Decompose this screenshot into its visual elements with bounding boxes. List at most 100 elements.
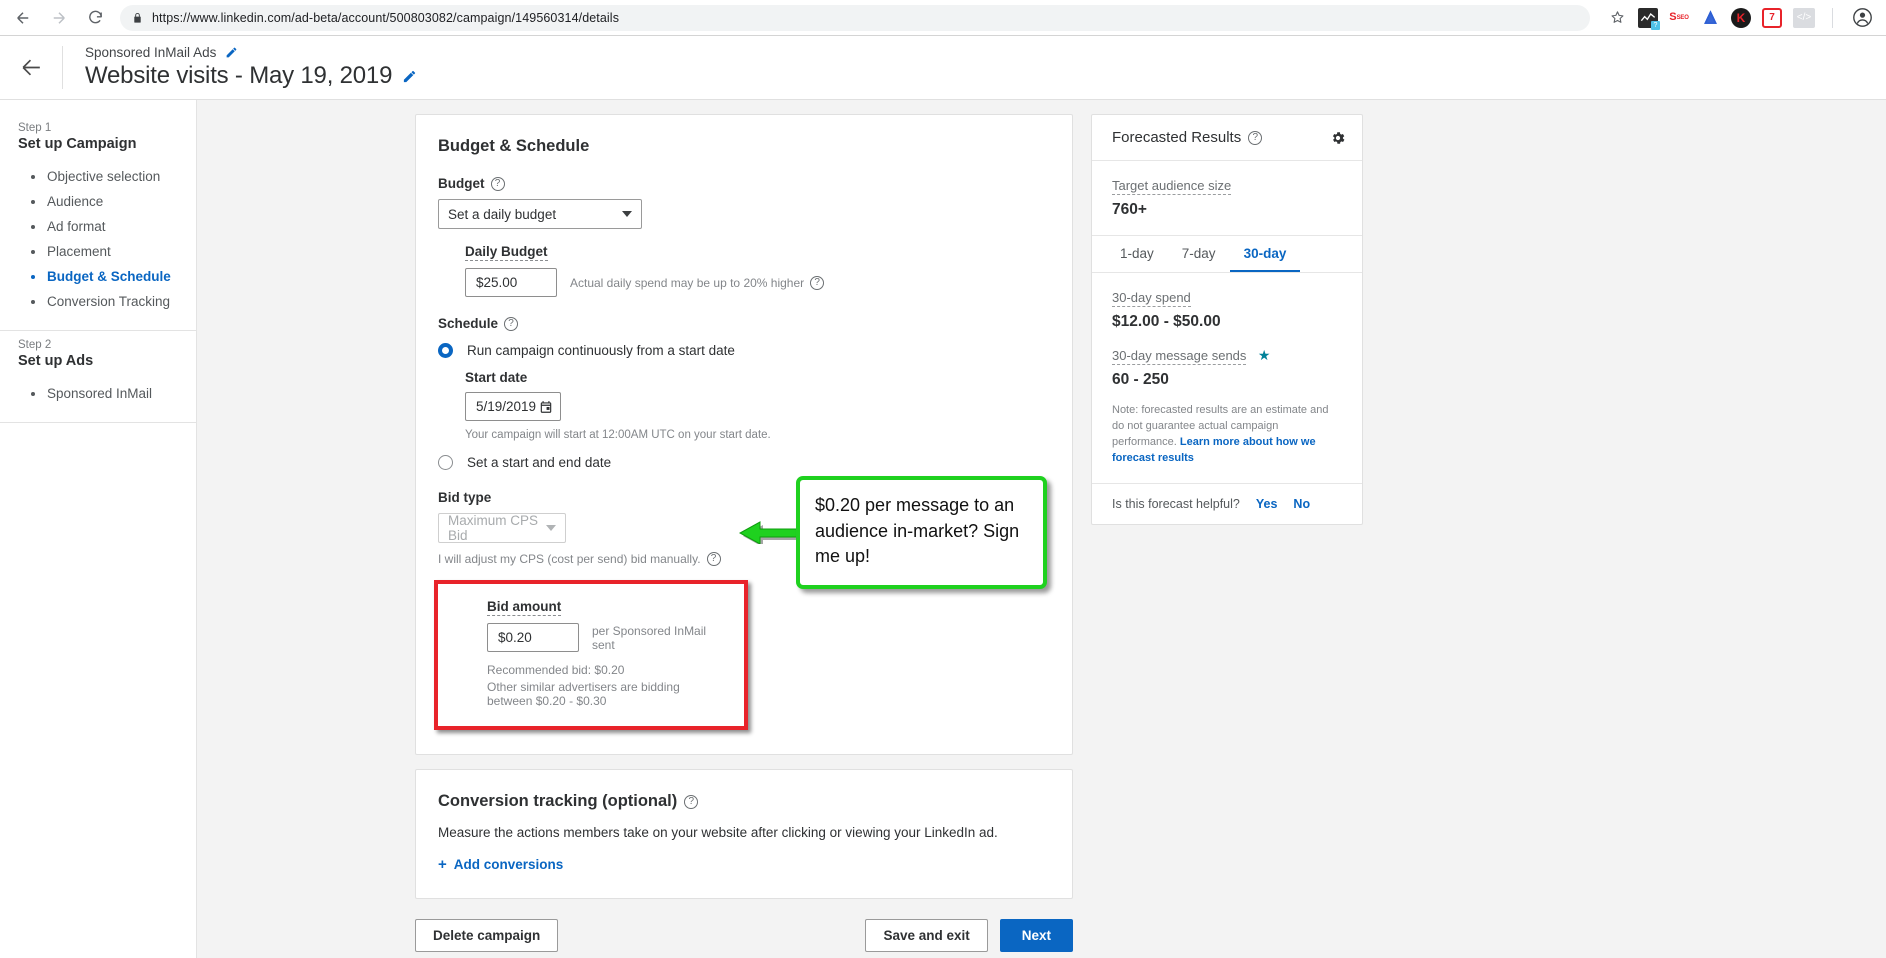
budget-label: Budget ? — [438, 176, 1050, 191]
sidebar-item-budget-schedule[interactable]: Budget & Schedule — [18, 264, 196, 289]
seo-extension-icon[interactable]: S SEO — [1669, 8, 1689, 28]
page-header: Sponsored InMail Ads Website visits - Ma… — [0, 36, 1886, 100]
gear-settings-icon[interactable] — [1330, 130, 1346, 146]
sidebar: Step 1 Set up Campaign Objective selecti… — [0, 100, 197, 958]
start-date-input[interactable]: 5/19/2019 — [465, 392, 561, 421]
star-icon: ★ — [1258, 347, 1271, 363]
calendar-icon[interactable] — [539, 400, 553, 414]
primary-actions: Save and exit Next — [865, 919, 1073, 952]
kissmetrics-extension-icon[interactable]: K — [1731, 8, 1751, 28]
add-conversions-link[interactable]: + Add conversions — [438, 857, 563, 872]
page-body: Step 1 Set up Campaign Objective selecti… — [0, 100, 1886, 958]
feedback-no-button[interactable]: No — [1293, 497, 1310, 511]
budget-schedule-title: Budget & Schedule — [438, 137, 1050, 156]
extension-icons: ? S SEO K 7 </> — [1638, 6, 1874, 30]
budget-type-value: Set a daily budget — [448, 207, 556, 222]
sidebar-item-label: Placement — [47, 244, 111, 259]
moz-extension-icon[interactable] — [1700, 8, 1720, 28]
radio-start-end-date[interactable]: Set a start and end date — [438, 455, 1050, 470]
help-circle-icon[interactable]: ? — [491, 177, 505, 191]
browser-toolbar: https://www.linkedin.com/ad-beta/account… — [0, 0, 1886, 36]
analytics-extension-icon[interactable]: ? — [1638, 8, 1658, 28]
bullet-icon — [31, 250, 35, 254]
extension-badge: ? — [1651, 21, 1660, 30]
forecast-title: Forecasted Results ? — [1112, 129, 1262, 146]
schedule-label-text: Schedule — [438, 316, 498, 331]
budget-schedule-card: Budget & Schedule Budget ? Set a daily b… — [415, 114, 1073, 755]
lock-icon — [132, 12, 143, 24]
page-title: Website visits - May 19, 2019 — [85, 62, 392, 90]
bullet-icon — [31, 175, 35, 179]
pocket-extension-icon[interactable]: 7 — [1762, 8, 1782, 28]
sidebar-item-objective-selection[interactable]: Objective selection — [18, 164, 196, 189]
feedback-yes-button[interactable]: Yes — [1256, 497, 1278, 511]
start-date-label: Start date — [465, 370, 1050, 385]
step-2-title: Set up Ads — [18, 353, 196, 369]
daily-budget-input[interactable] — [465, 268, 557, 297]
forecast-note: Note: forecasted results are an estimate… — [1112, 403, 1342, 467]
page-back-button[interactable] — [0, 55, 62, 80]
help-circle-icon[interactable]: ? — [684, 795, 698, 809]
radio-button-start-end[interactable] — [438, 455, 453, 470]
kissmetrics-extension-label: K — [1737, 8, 1746, 28]
sidebar-item-ad-format[interactable]: Ad format — [18, 214, 196, 239]
message-sends-label: 30-day message sends — [1112, 348, 1246, 365]
help-circle-icon[interactable]: ? — [1248, 131, 1262, 145]
message-sends-group: 30-day message sends ★ 60 - 250 — [1112, 347, 1342, 389]
radio-continuous-label: Run campaign continuously from a start d… — [467, 343, 735, 358]
save-and-exit-button[interactable]: Save and exit — [865, 919, 987, 952]
bid-manual-note-text: I will adjust my CPS (cost per send) bid… — [438, 552, 701, 566]
forecast-title-text: Forecasted Results — [1112, 129, 1241, 146]
help-circle-icon[interactable]: ? — [504, 317, 518, 331]
tab-30-day[interactable]: 30-day — [1230, 236, 1301, 272]
feedback-question: Is this forecast helpful? — [1112, 497, 1240, 511]
step-1-label: Step 1 — [18, 122, 196, 134]
competitor-bid-text: Other similar advertisers are bidding be… — [487, 680, 722, 708]
chevron-down-icon — [546, 525, 556, 531]
sidebar-item-label: Sponsored InMail — [47, 386, 152, 401]
back-arrow-icon[interactable] — [12, 7, 34, 29]
forward-arrow-icon[interactable] — [48, 7, 70, 29]
annotation-callout: $0.20 per message to an audience in-mark… — [796, 476, 1047, 589]
chevron-down-icon — [622, 211, 632, 217]
sidebar-item-label: Conversion Tracking — [47, 294, 170, 309]
campaign-name-row: Website visits - May 19, 2019 — [85, 62, 417, 90]
code-extension-icon[interactable]: </> — [1793, 8, 1815, 28]
bullet-icon — [31, 300, 35, 304]
spend-label: 30-day spend — [1112, 290, 1191, 307]
sidebar-item-audience[interactable]: Audience — [18, 189, 196, 214]
address-bar[interactable]: https://www.linkedin.com/ad-beta/account… — [120, 5, 1590, 31]
reload-icon[interactable] — [84, 7, 106, 29]
delete-campaign-button[interactable]: Delete campaign — [415, 919, 558, 952]
bid-type-select[interactable]: Maximum CPS Bid — [438, 513, 566, 543]
bookmark-star-icon[interactable] — [1604, 5, 1630, 31]
pencil-edit-icon[interactable] — [225, 46, 238, 59]
tab-7-day[interactable]: 7-day — [1168, 236, 1230, 272]
profile-avatar-icon[interactable] — [1850, 6, 1874, 30]
bid-amount-input[interactable] — [487, 623, 579, 652]
help-circle-icon[interactable]: ? — [810, 276, 824, 290]
sidebar-item-conversion-tracking[interactable]: Conversion Tracking — [18, 289, 196, 314]
bullet-icon — [31, 225, 35, 229]
plus-icon: + — [438, 857, 447, 872]
forecast-header: Forecasted Results ? — [1092, 115, 1362, 161]
sidebar-step-2: Step 2 Set up Ads Sponsored InMail — [0, 331, 196, 423]
pencil-edit-icon[interactable] — [402, 69, 417, 84]
radio-button-continuous[interactable] — [438, 343, 453, 358]
sidebar-item-label: Ad format — [47, 219, 106, 234]
sidebar-item-sponsored-inmail[interactable]: Sponsored InMail — [18, 381, 196, 406]
message-sends-value: 60 - 250 — [1112, 371, 1342, 389]
tab-1-day[interactable]: 1-day — [1106, 236, 1168, 272]
start-date-note: Your campaign will start at 12:00AM UTC … — [465, 429, 1050, 441]
forecast-tabs: 1-day 7-day 30-day — [1092, 236, 1362, 273]
conversion-tracking-title: Conversion tracking (optional) ? — [438, 792, 1050, 811]
daily-budget-hint-text: Actual daily spend may be up to 20% high… — [570, 276, 804, 290]
budget-type-select[interactable]: Set a daily budget — [438, 199, 642, 229]
next-button[interactable]: Next — [1000, 919, 1073, 952]
radio-run-continuously[interactable]: Run campaign continuously from a start d… — [438, 343, 1050, 358]
help-circle-icon[interactable]: ? — [707, 552, 721, 566]
target-audience-label: Target audience size — [1112, 178, 1231, 195]
campaign-group-name: Sponsored InMail Ads — [85, 45, 216, 60]
budget-label-text: Budget — [438, 176, 485, 191]
sidebar-item-placement[interactable]: Placement — [18, 239, 196, 264]
